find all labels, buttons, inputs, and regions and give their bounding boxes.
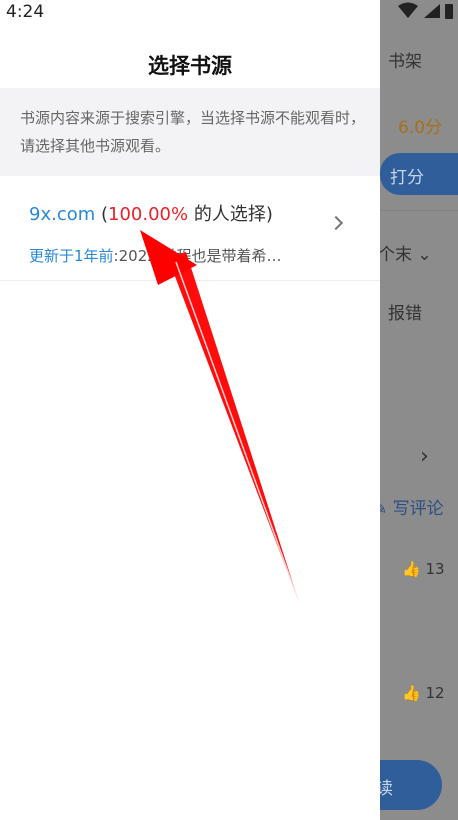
source-paren: ( xyxy=(95,204,109,225)
source-updated-label: 更新于1年前 xyxy=(29,247,114,265)
score-text: 6.0分 xyxy=(398,118,443,138)
chapter-select: 个末 ⌄ xyxy=(378,245,432,265)
status-icons xyxy=(396,0,456,26)
source-name: 9x.com xyxy=(29,204,96,225)
notice-text: 书源内容来源于搜索引擎，当选择书源不能观看时，请选择其他书源观看。 xyxy=(20,109,366,155)
wifi-icon xyxy=(398,2,418,18)
write-review-link: ✎ 写评论 xyxy=(373,499,444,519)
drawer-title: 选择书源 xyxy=(148,54,232,78)
thumbs-up-icon: 👍 xyxy=(402,560,421,578)
like-count-1: 👍 13 xyxy=(402,560,445,578)
signal-icon xyxy=(424,4,440,18)
read-button: 读 xyxy=(376,760,442,810)
rate-button: 打分 xyxy=(380,153,458,195)
thumbs-up-icon: 👍 xyxy=(402,684,421,702)
source-latest-chapter: :2022 过程也是带着希… xyxy=(113,247,282,265)
status-time: 4:24 xyxy=(6,2,45,22)
battery-icon xyxy=(445,4,453,19)
source-update: 更新于1年前:2022 过程也是带着希… xyxy=(29,245,282,266)
like-count-2: 👍 12 xyxy=(402,684,445,702)
status-bar: 4:24 xyxy=(0,0,380,26)
report-link: 报错 xyxy=(388,304,422,324)
source-drawer: 4:24 选择书源 书源内容来源于搜索引擎，当选择书源不能观看时，请选择其他书源… xyxy=(0,0,380,820)
source-title[interactable]: 9x.com (100.00% 的人选择) xyxy=(29,200,273,226)
source-percent: 100.00% xyxy=(108,204,189,225)
divider xyxy=(380,210,458,211)
bookshelf-link: 书架 xyxy=(388,52,422,72)
source-suffix: 的人选择) xyxy=(188,204,273,225)
chevron-right-icon: › xyxy=(420,444,429,469)
